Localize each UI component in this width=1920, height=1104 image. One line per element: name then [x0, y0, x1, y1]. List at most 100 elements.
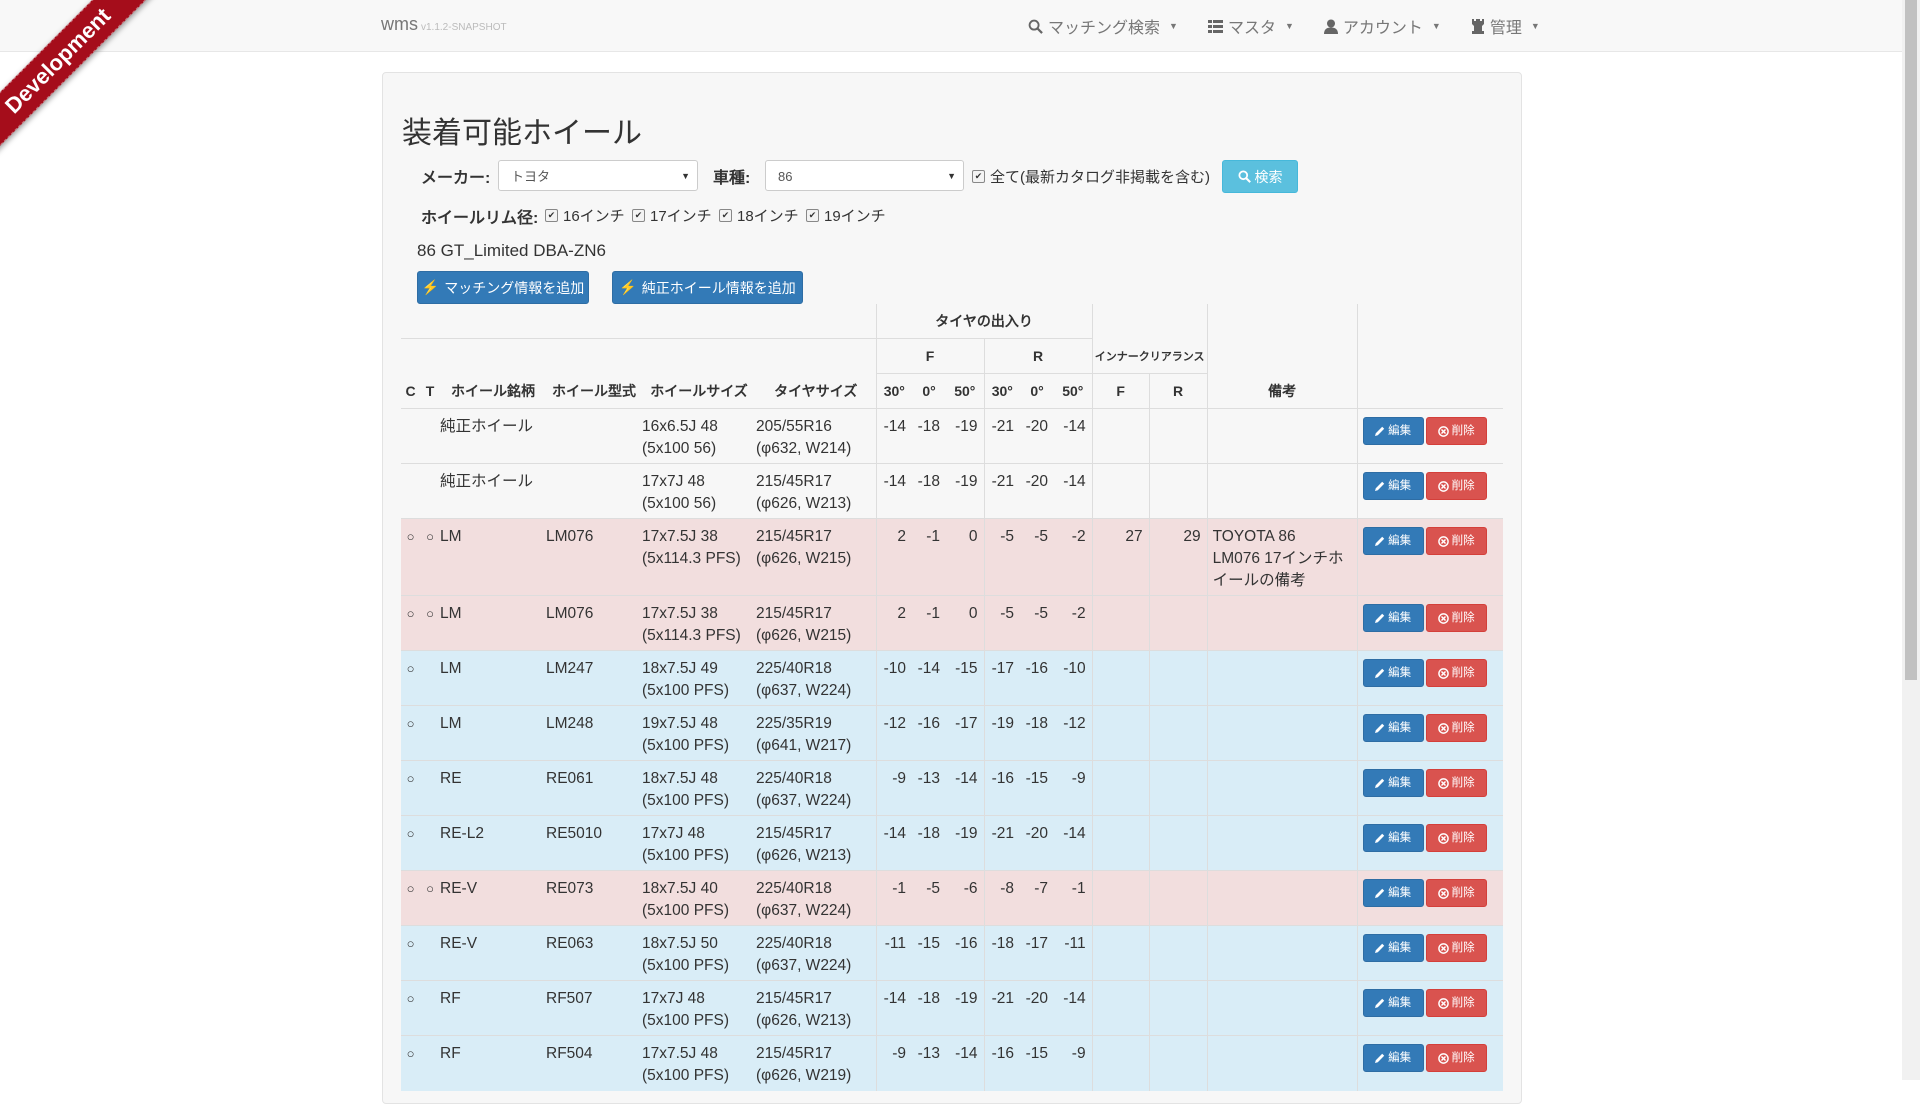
- edit-button-label: 編集: [1388, 887, 1412, 899]
- edit-button[interactable]: 編集: [1362, 989, 1424, 1017]
- cell-brand: RE-L2: [440, 815, 546, 871]
- pencil-icon: [1375, 998, 1385, 1008]
- checkbox-checked-icon[interactable]: ✔: [972, 170, 985, 183]
- cell-actions: 編集 削除: [1356, 980, 1504, 1036]
- cell-r50: -14: [1054, 980, 1093, 1036]
- table-body: 純正ホイール 16x6.5J 48 (5x100 56) 205/55R16 (φ632…: [401, 408, 1504, 1091]
- edit-button-label: 編集: [1388, 942, 1412, 954]
- nav-matching-search[interactable]: マッチング検索 ▼: [1028, 14, 1178, 38]
- checkbox-checked-icon[interactable]: ✔: [632, 209, 645, 222]
- delete-button[interactable]: 削除: [1425, 879, 1487, 907]
- cell-size: 17x7.5J 38 (5x114.3 PFS): [642, 518, 756, 596]
- rim-16-checkbox[interactable]: ✔ 16インチ: [545, 205, 625, 226]
- caret-down-icon: ▼: [1431, 21, 1441, 31]
- edit-button[interactable]: 編集: [1362, 527, 1424, 555]
- delete-button-label: 削除: [1451, 425, 1475, 437]
- edit-button-label: 編集: [1388, 535, 1412, 547]
- add-matching-button[interactable]: ⚡ マッチング情報を追加: [417, 271, 589, 304]
- vertical-scrollbar[interactable]: [1902, 0, 1920, 1080]
- cell-model: RF507: [546, 980, 642, 1036]
- brand-name[interactable]: wms: [381, 14, 418, 34]
- cell-f50: -14: [946, 760, 985, 816]
- nav-account[interactable]: アカウント ▼: [1323, 14, 1441, 38]
- col-ic-r: R: [1148, 373, 1208, 409]
- table-row: ○ ○ LM LM076 17x7.5J 38 (5x114.3 PFS) 215/45R1…: [401, 595, 1504, 651]
- brand[interactable]: wms v1.1.2-SNAPSHOT: [381, 14, 507, 35]
- size-line2: (5x100 PFS): [642, 792, 730, 809]
- cell-f0: -13: [912, 1035, 947, 1091]
- edit-button[interactable]: 編集: [1362, 604, 1424, 632]
- col-c: C: [405, 382, 416, 399]
- nav-label: アカウント: [1342, 20, 1423, 37]
- nav-admin[interactable]: 管理 ▼: [1471, 14, 1540, 38]
- edit-button[interactable]: 編集: [1362, 659, 1424, 687]
- table-row: ○ RE-L2 RE5010 17x7J 48 (5x100 PFS) 215/45R17…: [401, 815, 1504, 871]
- delete-button[interactable]: 削除: [1425, 604, 1487, 632]
- col-note: 備考: [1206, 373, 1358, 409]
- delete-button[interactable]: 削除: [1425, 527, 1487, 555]
- cell-c: [401, 408, 420, 464]
- cell-t: [420, 815, 440, 871]
- remove-circle-icon: [1437, 425, 1449, 437]
- delete-button[interactable]: 削除: [1425, 989, 1487, 1017]
- cell-r30: -18: [983, 925, 1021, 981]
- cell-icf: 27: [1091, 518, 1150, 596]
- cell-note: [1206, 463, 1358, 519]
- edit-button[interactable]: 編集: [1362, 769, 1424, 797]
- delete-button[interactable]: 削除: [1425, 769, 1487, 797]
- rim-option-label: 19インチ: [824, 208, 886, 225]
- include-all-checkbox[interactable]: ✔ 全て(最新カタログ非掲載を含む): [972, 166, 1210, 187]
- cell-icf: [1091, 408, 1150, 464]
- cell-model: RE5010: [546, 815, 642, 871]
- cell-actions: 編集 削除: [1356, 760, 1504, 816]
- maker-select[interactable]: トヨタ ▼: [498, 160, 698, 191]
- delete-button[interactable]: 削除: [1425, 714, 1487, 742]
- cell-c: ○: [401, 518, 420, 596]
- bolt-icon: ⚡: [619, 279, 637, 295]
- delete-button[interactable]: 削除: [1425, 1044, 1487, 1072]
- checkbox-checked-icon[interactable]: ✔: [719, 209, 732, 222]
- cell-actions: 編集 削除: [1356, 463, 1504, 519]
- checkbox-checked-icon[interactable]: ✔: [806, 209, 819, 222]
- checkbox-checked-icon[interactable]: ✔: [545, 209, 558, 222]
- delete-button[interactable]: 削除: [1425, 934, 1487, 962]
- edit-button-label: 編集: [1388, 667, 1412, 679]
- delete-button-label: 削除: [1451, 997, 1475, 1009]
- cell-r30: -16: [983, 1035, 1021, 1091]
- cell-actions: 編集 削除: [1356, 650, 1504, 706]
- edit-button[interactable]: 編集: [1362, 1044, 1424, 1072]
- development-ribbon: Development: [0, 0, 157, 160]
- cell-r0: -15: [1020, 760, 1055, 816]
- edit-button[interactable]: 編集: [1362, 472, 1424, 500]
- edit-button[interactable]: 編集: [1362, 417, 1424, 445]
- col-r30: 30°: [983, 373, 1021, 409]
- edit-button[interactable]: 編集: [1362, 934, 1424, 962]
- col-brand: ホイール銘柄: [451, 382, 535, 399]
- cell-icr: [1148, 408, 1208, 464]
- caret-down-icon: ▼: [1284, 21, 1294, 31]
- rim-19-checkbox[interactable]: ✔ 19インチ: [806, 205, 886, 226]
- edit-button[interactable]: 編集: [1362, 824, 1424, 852]
- remove-circle-icon: [1437, 887, 1449, 899]
- delete-button[interactable]: 削除: [1425, 824, 1487, 852]
- tire-line2: (φ626, W213): [756, 495, 852, 512]
- add-genuine-button[interactable]: ⚡ 純正ホイール情報を追加: [612, 271, 803, 304]
- edit-button[interactable]: 編集: [1362, 714, 1424, 742]
- rim-18-checkbox[interactable]: ✔ 18インチ: [719, 205, 799, 226]
- cell-brand: RF: [440, 980, 546, 1036]
- delete-button[interactable]: 削除: [1425, 472, 1487, 500]
- scrollbar-thumb[interactable]: [1905, 0, 1917, 680]
- cell-icr: [1148, 595, 1208, 651]
- rim-17-checkbox[interactable]: ✔ 17インチ: [632, 205, 712, 226]
- size-line2: (5x100 PFS): [642, 847, 730, 864]
- model-select[interactable]: 86 ▼: [765, 160, 964, 191]
- delete-button[interactable]: 削除: [1425, 417, 1487, 445]
- nav-master[interactable]: マスタ ▼: [1207, 14, 1294, 38]
- cell-c: ○: [401, 1035, 420, 1091]
- tire-line2: (φ632, W214): [756, 440, 852, 457]
- cell-tire: 225/40R18 (φ637, W224): [756, 925, 877, 981]
- delete-button[interactable]: 削除: [1425, 659, 1487, 687]
- search-button[interactable]: 検索: [1222, 160, 1298, 193]
- table-row: ○ RF RF507 17x7J 48 (5x100 PFS) 215/45R17 (φ62…: [401, 980, 1504, 1036]
- edit-button[interactable]: 編集: [1362, 879, 1424, 907]
